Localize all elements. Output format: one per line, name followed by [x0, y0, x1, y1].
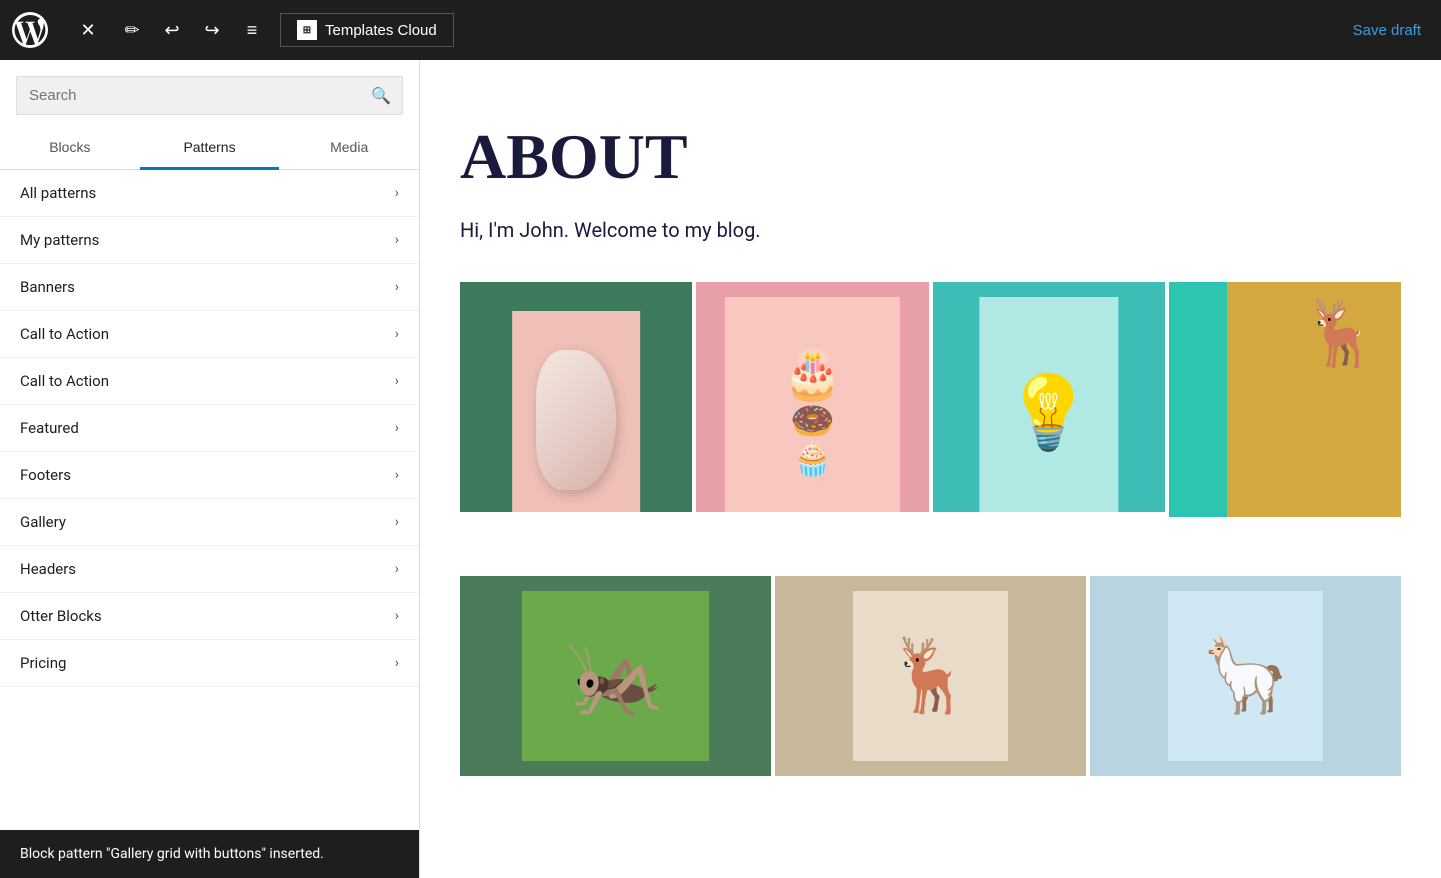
search-input[interactable] [16, 76, 403, 115]
edit-icon: ✏ [124, 20, 139, 41]
sidebar-item-gallery[interactable]: Gallery › [0, 499, 419, 546]
toolbar: ✕ ✏ ↩ ↪ ≡ ⊞ Templates Cloud Save draft [0, 0, 1441, 60]
redo-icon: ↪ [204, 20, 219, 41]
chevron-icon: › [395, 561, 399, 577]
sidebar-item-footers[interactable]: Footers › [0, 452, 419, 499]
toast-message: Block pattern "Gallery grid with buttons… [20, 846, 324, 862]
search-bar: 🔍 [0, 60, 419, 127]
toast-notification: Block pattern "Gallery grid with buttons… [0, 830, 419, 878]
gallery-grid-bottom: 🦗 🦌 🦙 [460, 576, 1401, 776]
chevron-icon: › [395, 326, 399, 342]
list-icon: ≡ [247, 20, 258, 41]
edit-button[interactable]: ✏ [114, 12, 150, 48]
tab-patterns[interactable]: Patterns [140, 127, 280, 170]
gallery-item-3[interactable]: 💡 [933, 282, 1165, 572]
undo-icon: ↩ [164, 20, 179, 41]
headers-label: Headers [20, 560, 76, 578]
undo-button[interactable]: ↩ [154, 12, 190, 48]
chevron-icon: › [395, 373, 399, 389]
close-icon: ✕ [80, 20, 95, 41]
tabs: Blocks Patterns Media [0, 127, 419, 170]
content-area: ABOUT Hi, I'm John. Welcome to my blog. … [420, 60, 1441, 878]
chevron-icon: › [395, 467, 399, 483]
wp-logo[interactable] [0, 0, 60, 60]
gallery-item-6[interactable]: 🦌 [775, 576, 1086, 776]
gallery-item-2[interactable]: 🎂 🍩 🧁 [696, 282, 928, 572]
pricing-label: Pricing [20, 654, 66, 672]
redo-button[interactable]: ↪ [194, 12, 230, 48]
all-patterns-label: All patterns [20, 184, 96, 202]
sidebar: 🔍 Blocks Patterns Media All patterns › M… [0, 60, 420, 878]
tab-media[interactable]: Media [279, 127, 419, 170]
gallery-item-4[interactable]: 🦌 [1169, 282, 1401, 572]
sidebar-item-headers[interactable]: Headers › [0, 546, 419, 593]
close-button[interactable]: ✕ [64, 6, 112, 54]
my-patterns-label: My patterns [20, 231, 99, 249]
tab-blocks[interactable]: Blocks [0, 127, 140, 170]
chevron-icon: › [395, 279, 399, 295]
sidebar-item-call-to-action-1[interactable]: Call to Action › [0, 311, 419, 358]
chevron-icon: › [395, 420, 399, 436]
sidebar-item-call-to-action-2[interactable]: Call to Action › [0, 358, 419, 405]
chevron-icon: › [395, 185, 399, 201]
page-title: ABOUT [460, 120, 1401, 194]
chevron-icon: › [395, 514, 399, 530]
chevron-icon: › [395, 232, 399, 248]
tc-icon: ⊞ [297, 20, 317, 40]
footers-label: Footers [20, 466, 71, 484]
gallery-item-7[interactable]: 🦙 [1090, 576, 1401, 776]
search-input-wrapper: 🔍 [16, 76, 403, 115]
main-layout: 🔍 Blocks Patterns Media All patterns › M… [0, 60, 1441, 878]
sidebar-item-otter-blocks[interactable]: Otter Blocks › [0, 593, 419, 640]
templates-cloud-button[interactable]: ⊞ Templates Cloud [280, 13, 454, 47]
list-view-button[interactable]: ≡ [234, 12, 270, 48]
gallery-item-1[interactable] [460, 282, 692, 572]
page-subtitle: Hi, I'm John. Welcome to my blog. [460, 218, 1401, 242]
cta2-label: Call to Action [20, 372, 109, 390]
sidebar-item-all-patterns[interactable]: All patterns › [0, 170, 419, 217]
gallery-grid-top: 🎂 🍩 🧁 💡 🦌 [460, 282, 1401, 572]
otter-blocks-label: Otter Blocks [20, 607, 102, 625]
gallery-label: Gallery [20, 513, 66, 531]
sidebar-item-pricing[interactable]: Pricing › [0, 640, 419, 687]
gallery-item-5[interactable]: 🦗 [460, 576, 771, 776]
chevron-icon: › [395, 655, 399, 671]
save-draft-button[interactable]: Save draft [1353, 22, 1421, 39]
cta1-label: Call to Action [20, 325, 109, 343]
panel-scroll[interactable]: All patterns › My patterns › Banners › C… [0, 170, 419, 878]
banners-label: Banners [20, 278, 75, 296]
templates-cloud-label: Templates Cloud [325, 22, 437, 39]
chevron-icon: › [395, 608, 399, 624]
sidebar-item-my-patterns[interactable]: My patterns › [0, 217, 419, 264]
featured-label: Featured [20, 419, 79, 437]
sidebar-item-banners[interactable]: Banners › [0, 264, 419, 311]
sidebar-item-featured[interactable]: Featured › [0, 405, 419, 452]
